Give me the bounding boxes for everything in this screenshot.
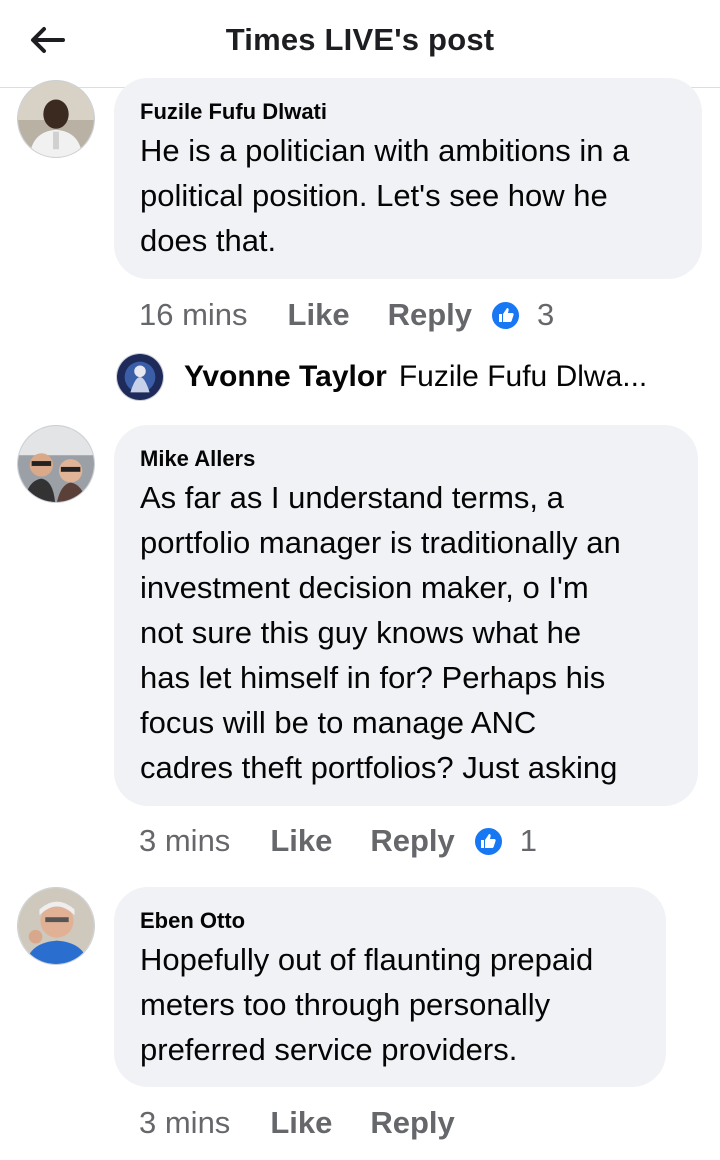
reply-preview[interactable]: Yvonne Taylor Fuzile Fufu Dlwa...: [164, 353, 647, 401]
post-comments-page: Times LIVE's post Fuzile Fufu Dlwati He …: [0, 0, 720, 1160]
like-button[interactable]: Like: [288, 297, 350, 333]
comment-text: Hopefully out of flaunting prepaid meter…: [140, 942, 594, 1067]
avatar-yvonne[interactable]: [116, 353, 164, 401]
comment-timestamp[interactable]: 3 mins: [139, 823, 230, 859]
reply-button[interactable]: Reply: [388, 297, 472, 333]
like-button[interactable]: Like: [270, 823, 332, 859]
comment-author[interactable]: Fuzile Fufu Dlwati: [140, 98, 676, 126]
comment-author[interactable]: Mike Allers: [140, 445, 672, 473]
comment-text: He is a politician with ambitions in a p…: [140, 133, 630, 258]
top-bar: Times LIVE's post: [0, 0, 720, 88]
reply-snippet: Fuzile Fufu Dlwa...: [398, 360, 648, 393]
reaction-count: 3: [537, 297, 555, 332]
comment-actions: 16 mins Like Reply 3: [139, 293, 554, 337]
thumbs-up-icon[interactable]: [490, 299, 521, 331]
comment-actions: 3 mins Like Reply 1: [139, 819, 537, 863]
avatar-mike[interactable]: [17, 425, 95, 503]
comment-text: As far as I understand terms, a portfoli…: [140, 480, 621, 785]
thumbs-up-icon[interactable]: [472, 825, 504, 857]
comment-bubble: Fuzile Fufu Dlwati He is a politician wi…: [114, 78, 702, 279]
avatar-eben[interactable]: [17, 887, 95, 965]
like-button[interactable]: Like: [270, 1105, 332, 1141]
comment-bubble: Eben Otto Hopefully out of flaunting pre…: [114, 887, 666, 1087]
comment-actions: 3 mins Like Reply: [139, 1101, 455, 1145]
reply-button[interactable]: Reply: [370, 823, 454, 859]
comment-timestamp[interactable]: 3 mins: [139, 1105, 230, 1141]
comment-timestamp[interactable]: 16 mins: [139, 297, 248, 333]
comment-bubble: Mike Allers As far as I understand terms…: [114, 425, 698, 806]
avatar-fuzile[interactable]: [17, 80, 95, 158]
reply-author[interactable]: Yvonne Taylor: [184, 360, 387, 394]
page-title: Times LIVE's post: [225, 22, 495, 57]
reaction-count: 1: [519, 823, 538, 858]
reply-button[interactable]: Reply: [370, 1105, 454, 1141]
comment-author[interactable]: Eben Otto: [140, 907, 640, 935]
